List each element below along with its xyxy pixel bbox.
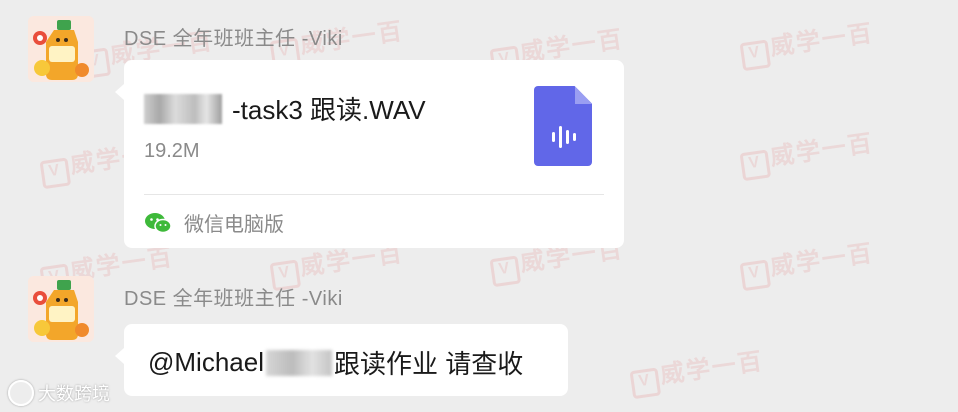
file-size: 19.2M [144,140,200,162]
brand-logo-icon [8,380,34,406]
wechat-icon [145,212,172,233]
avatar-illustration [28,276,94,342]
file-name: -task3 跟读.WAV [232,95,426,125]
sender-name: DSE 全年班班主任 -Viki [124,28,343,50]
mention-text[interactable]: @Michael [148,347,264,378]
file-name-row: -task3 跟读.WAV [144,90,426,127]
corner-logo-text: 大数跨境 [38,384,110,404]
watermark: V威学一百 [738,123,876,182]
cartoon-juice-bottle-avatar[interactable] [28,16,94,82]
card-divider [144,194,604,195]
watermark: V威学一百 [738,13,876,72]
source-label: 微信电脑版 [184,214,284,236]
redacted-name [265,349,332,376]
message-body: 跟读作业 请查收 [333,349,524,379]
cartoon-juice-bottle-avatar[interactable] [28,276,94,342]
audio-file-icon [534,86,592,166]
redacted-name [144,93,222,124]
watermark: V威学一百 [738,233,876,292]
message-text-row: @Michael 跟读作业 请查收 [148,344,523,381]
file-fold [575,86,592,104]
source-row: 微信电脑版 [144,208,284,237]
watermark: V威学一百 [628,341,766,400]
avatar-illustration [28,16,94,82]
text-bubble[interactable]: @Michael 跟读作业 请查收 [115,324,568,396]
audio-wave-icon [552,126,576,148]
corner-logo: 大数跨境 [8,380,110,406]
sender-name: DSE 全年班班主任 -Viki [124,288,343,310]
file-card[interactable]: -task3 跟读.WAV 19.2M 微信电脑版 [115,60,624,248]
